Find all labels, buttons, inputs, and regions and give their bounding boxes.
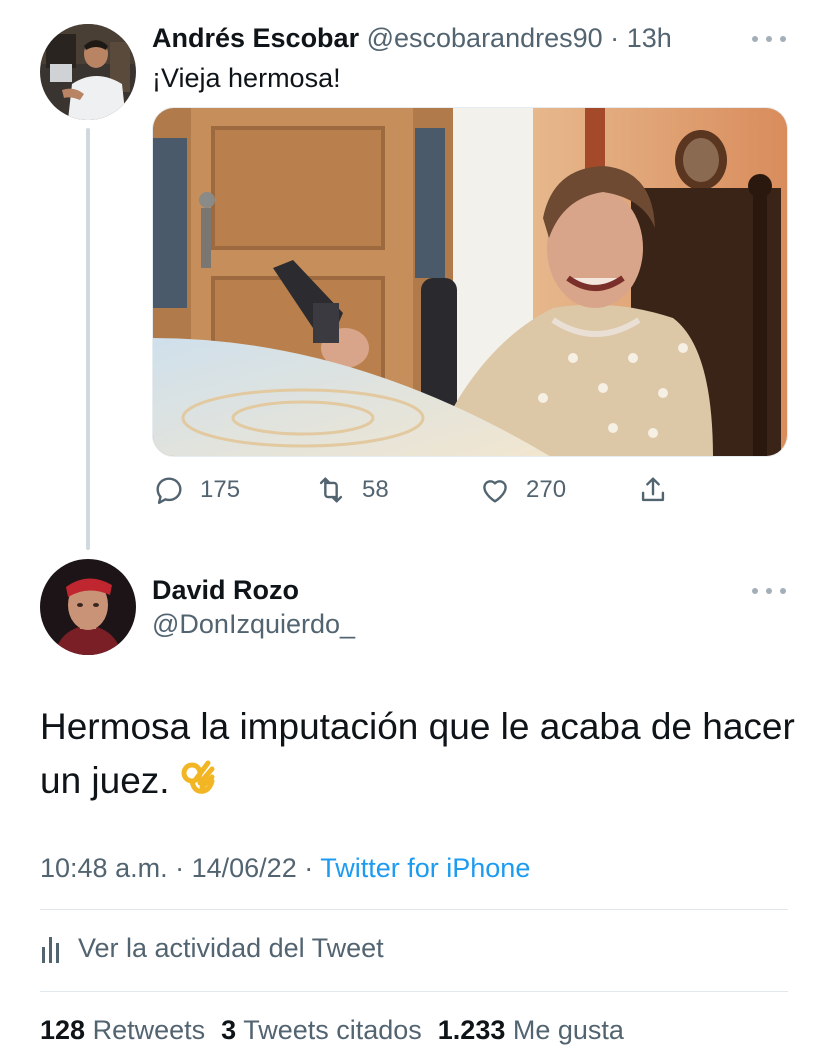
header-separator: · (610, 23, 620, 53)
retweet-button[interactable]: 58 (314, 470, 389, 510)
share-icon (641, 477, 665, 502)
quotes-label: Tweets citados (243, 1015, 422, 1045)
reply-icon (156, 477, 182, 504)
more-icon[interactable] (752, 586, 786, 596)
quotes-stat[interactable]: 3 Tweets citados (221, 1015, 422, 1045)
activity-label: Ver la actividad del Tweet (78, 932, 384, 963)
tweet-metadata: 10:48 a.m. · 14/06/22 · Twitter for iPho… (40, 850, 530, 886)
more-icon[interactable] (752, 34, 786, 44)
retweet-icon (319, 477, 343, 503)
divider (40, 991, 788, 992)
heart-icon (483, 480, 507, 503)
likes-label: Me gusta (512, 1015, 624, 1045)
reply-tweet-text: Hermosa la imputación que le acaba de ha… (40, 706, 795, 801)
reply-author-avatar[interactable] (40, 559, 136, 655)
quotes-count: 3 (221, 1015, 237, 1045)
meta-separator: · (175, 853, 185, 883)
tweet-activity-link[interactable]: Ver la actividad del Tweet (40, 930, 384, 966)
parent-author-handle[interactable]: @escobarandres90 (367, 23, 603, 53)
parent-tweet-photo[interactable] (152, 107, 788, 457)
reply-author-handle[interactable]: @DonIzquierdo_ (152, 608, 355, 640)
tweet-source-link[interactable]: Twitter for iPhone (320, 853, 530, 883)
parent-author-avatar[interactable] (40, 24, 136, 120)
parent-tweet-header: Andrés Escobar @escobarandres90 · 13h (152, 22, 672, 54)
tweet-time[interactable]: 10:48 a.m. (40, 853, 168, 883)
parent-author-name[interactable]: Andrés Escobar (152, 23, 359, 53)
like-button[interactable]: 270 (478, 470, 566, 510)
likes-stat[interactable]: 1.233 Me gusta (438, 1015, 624, 1045)
reply-author-name[interactable]: David Rozo (152, 574, 299, 606)
like-count: 270 (526, 476, 567, 503)
tweet-stats: 128 Retweets 3 Tweets citados 1.233 Me gus… (40, 1012, 624, 1048)
retweets-label: Retweets (92, 1015, 206, 1045)
reply-tweet-text-block: Hermosa la imputación que le acaba de ha… (40, 700, 800, 810)
retweets-stat[interactable]: 128 Retweets (40, 1015, 205, 1045)
ok-hand-emoji (178, 756, 216, 810)
reply-count: 175 (200, 476, 241, 503)
retweet-count: 58 (362, 476, 389, 503)
thread-connector-line (86, 128, 90, 550)
divider (40, 909, 788, 910)
parent-tweet-time[interactable]: 13h (627, 23, 672, 53)
likes-count: 1.233 (437, 1015, 506, 1045)
retweets-count: 128 (40, 1015, 86, 1045)
tweet-date[interactable]: 14/06/22 (192, 853, 297, 883)
parent-tweet-actions: 175 58 270 (152, 470, 712, 510)
share-button[interactable] (636, 470, 684, 510)
parent-tweet-text: ¡Vieja hermosa! (152, 63, 341, 93)
reply-button[interactable]: 175 (152, 470, 240, 510)
bar-chart-icon (42, 937, 59, 963)
meta-separator: · (304, 853, 314, 883)
